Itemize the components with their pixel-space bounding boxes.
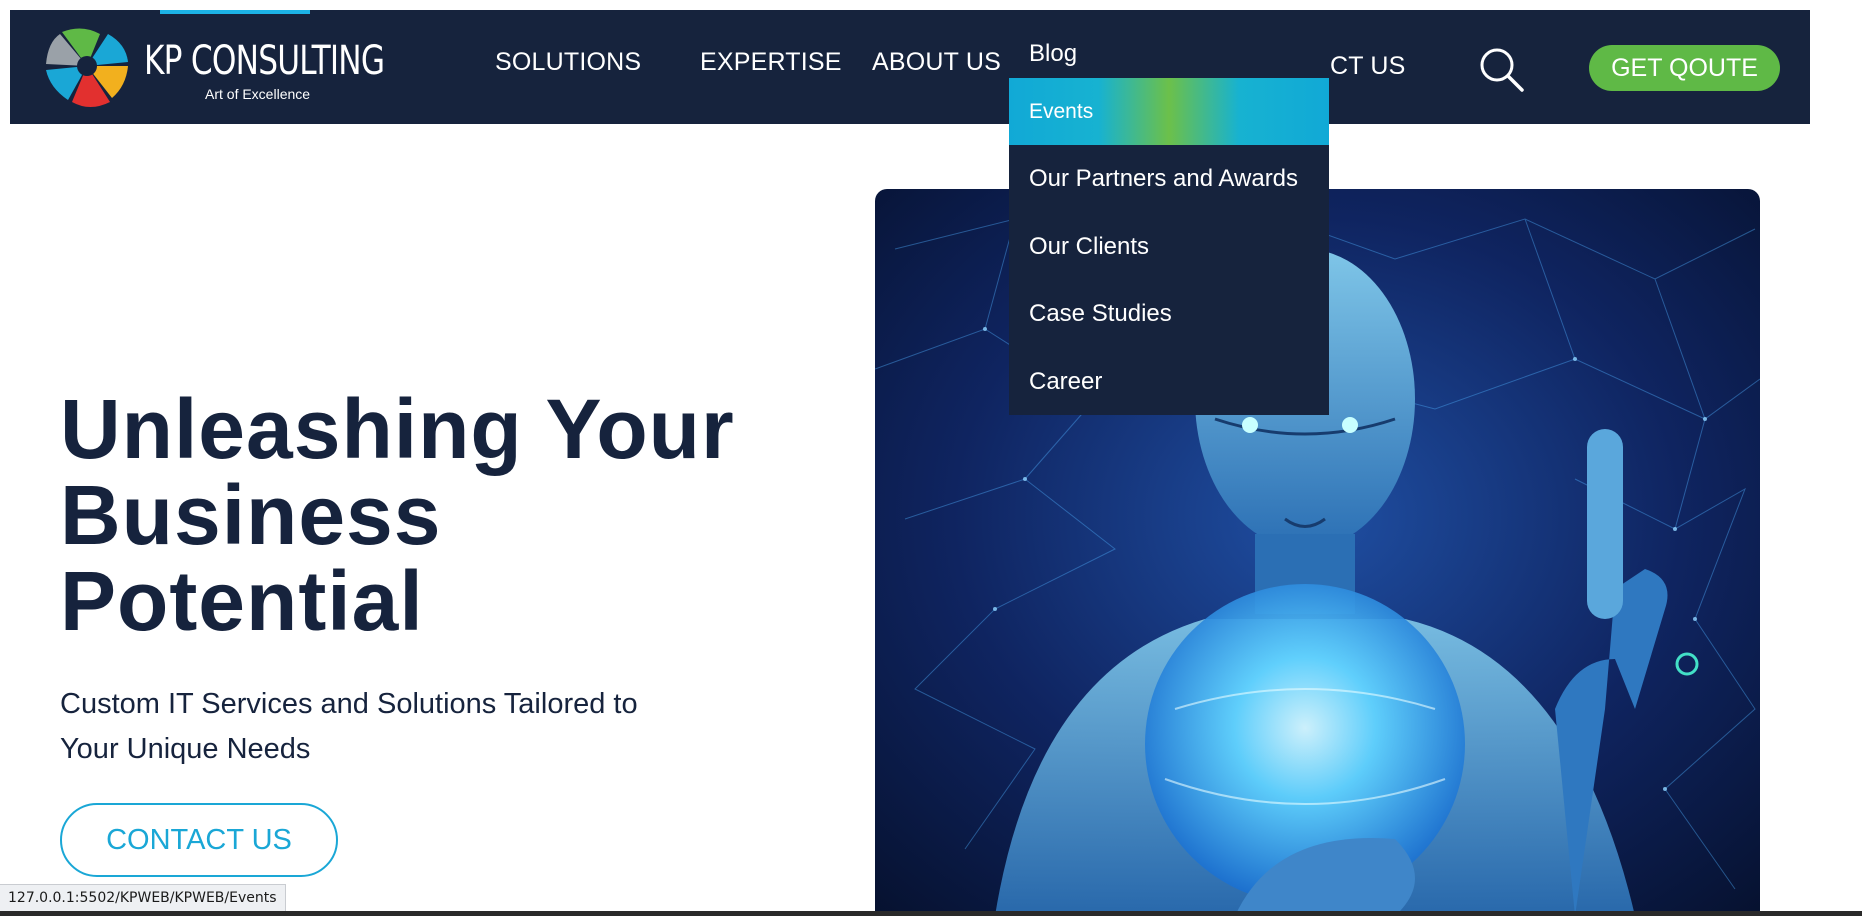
hero-title: Unleashing Your Business Potential [60,386,735,644]
brand-tagline: Art of Excellence [205,86,311,102]
dropdown-item-case-studies[interactable]: Case Studies [1009,280,1329,347]
nav-expertise[interactable]: EXPERTISE [700,48,842,77]
search-icon[interactable] [1478,46,1524,92]
hero-title-line: Potential [60,554,424,648]
dropdown-item-clients[interactable]: Our Clients [1009,213,1329,280]
nav-accent-bar [160,10,310,14]
get-quote-button[interactable]: GET QOUTE [1589,45,1780,91]
hero-title-line: Business [60,468,442,562]
nav-solutions[interactable]: SOLUTIONS [495,48,641,77]
about-dropdown-menu: Blog Events Our Partners and Awards Our … [1009,10,1329,415]
hero-subtitle: Custom IT Services and Solutions Tailore… [60,688,638,765]
dropdown-item-partners-awards[interactable]: Our Partners and Awards [1009,145,1329,212]
brand-name: KP CONSULTING [144,38,385,84]
link-status-bar: 127.0.0.1:5502/KPWEB/KPWEB/Events [0,884,286,912]
bottom-edge [0,911,1862,916]
contact-us-button[interactable]: CONTACT US [60,803,338,877]
logo-mark-icon [46,28,128,107]
brand-logo[interactable]: KP CONSULTING Art of Excellence [44,24,385,108]
nav-contact-us[interactable]: CT US [1330,52,1406,81]
dropdown-item-blog[interactable]: Blog [1009,20,1329,87]
dropdown-item-career[interactable]: Career [1009,348,1329,415]
dropdown-item-events[interactable]: Events [1009,78,1329,145]
hero-title-line: Unleashing Your [60,382,735,476]
nav-about-us[interactable]: ABOUT US [872,48,1001,77]
